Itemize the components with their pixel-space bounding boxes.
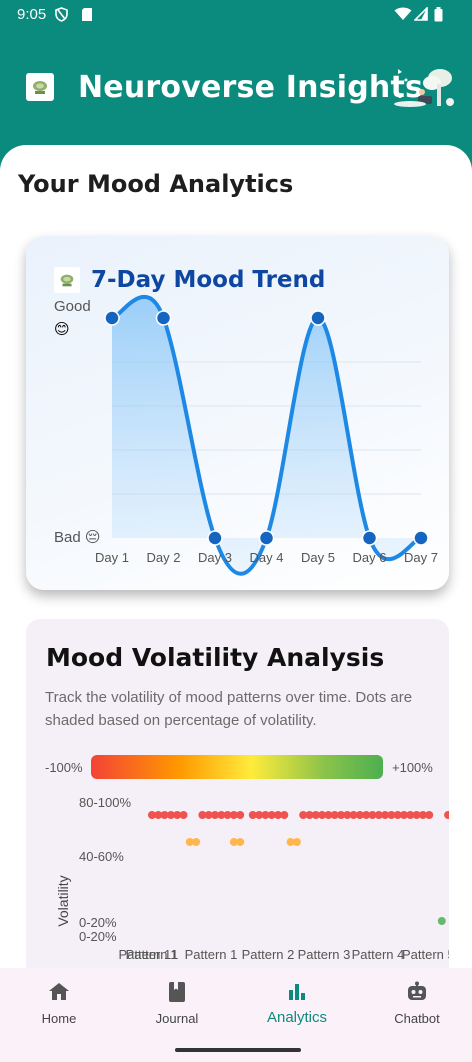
volatility-dot[interactable] xyxy=(192,838,201,846)
book-icon xyxy=(169,982,185,1002)
home-icon xyxy=(49,983,69,1000)
brain-logo-icon xyxy=(33,81,47,94)
x-tick-label: Day 1 xyxy=(95,550,129,565)
nav-home[interactable]: Home xyxy=(0,968,118,1038)
nav-home-label: Home xyxy=(41,1011,77,1026)
app-header: Neuroverse Insights xyxy=(0,30,472,148)
page-title: Your Mood Analytics xyxy=(18,170,294,198)
mood-point-day-3[interactable] xyxy=(207,530,223,546)
volatility-dot[interactable] xyxy=(425,811,434,819)
volatility-dot[interactable] xyxy=(292,838,301,846)
volatility-card: Mood Volatility Analysis Track the volat… xyxy=(26,619,449,1019)
status-time: 9:05 xyxy=(17,6,47,23)
x-tick-label: Pattern 2 xyxy=(242,947,295,962)
x-tick-label: Day 7 xyxy=(404,550,438,565)
y-tick-label: 40-60% xyxy=(79,849,124,864)
nav-journal-label: Journal xyxy=(155,1011,199,1026)
mood-point-day-6[interactable] xyxy=(361,530,378,546)
sim-card-icon xyxy=(81,7,93,26)
bar-chart-icon xyxy=(289,984,305,1000)
app-logo xyxy=(26,73,54,101)
wifi-icon xyxy=(394,7,412,25)
x-tick-label: Pattern 11 xyxy=(118,947,177,962)
x-tick-label: Pattern 4 xyxy=(352,947,405,962)
y-tick-label: 80-100% xyxy=(79,795,131,810)
x-tick-label: Pattern 1 xyxy=(185,947,238,962)
mood-point-day-2[interactable] xyxy=(155,310,172,326)
x-tick-label: Day 2 xyxy=(147,550,181,565)
x-tick-label: Pattern 50 xyxy=(402,947,449,962)
x-tick-label: Day 4 xyxy=(250,550,284,565)
volatility-dot[interactable] xyxy=(280,811,289,819)
status-bar: 9:05 xyxy=(0,0,472,30)
bottom-navigation: Home Journal Analytics Chatbot xyxy=(0,968,472,1062)
x-tick-label: Day 6 xyxy=(353,550,387,565)
app-title: Neuroverse Insights xyxy=(78,70,424,105)
y-tick-label: 0-20% xyxy=(79,915,117,930)
volatility-dot[interactable] xyxy=(236,838,245,846)
x-tick-label: Day 5 xyxy=(301,550,335,565)
nav-journal[interactable]: Journal xyxy=(118,968,236,1038)
volatility-dot[interactable] xyxy=(437,917,446,925)
nav-analytics[interactable]: Analytics xyxy=(238,968,356,1038)
mood-point-day-4[interactable] xyxy=(258,530,275,546)
robot-icon xyxy=(408,981,426,1000)
content-sheet: Your Mood Analytics 7-Day Mood Trend Goo… xyxy=(0,145,472,1062)
mood-point-day-5[interactable] xyxy=(310,310,326,326)
y-tick-label: 0-20% xyxy=(79,929,117,944)
nav-analytics-label: Analytics xyxy=(266,1009,328,1026)
nav-chatbot-label: Chatbot xyxy=(394,1011,440,1026)
volatility-dot[interactable] xyxy=(236,811,245,819)
volatility-chart: Volatility 80-100% 40-60% 0-20%0-20% Patte… xyxy=(55,795,449,962)
home-indicator[interactable] xyxy=(175,1048,301,1052)
volatility-y-axis-title: Volatility xyxy=(55,875,71,926)
volatility-dot[interactable] xyxy=(179,811,188,819)
mood-point-day-1[interactable] xyxy=(104,310,120,326)
mood-point-day-7[interactable] xyxy=(413,530,429,546)
battery-icon xyxy=(434,7,443,26)
x-tick-label: Pattern 3 xyxy=(298,947,351,962)
nav-chatbot[interactable]: Chatbot xyxy=(358,968,472,1038)
volatility-dot[interactable] xyxy=(444,811,449,819)
mood-trend-chart: Day 1 Day 2 Day 3 Day 4 Day 5 Day 6 Day 7 xyxy=(95,294,438,576)
header-illustration-icon xyxy=(394,69,454,107)
mood-trend-card: 7-Day Mood Trend Good 😊 Bad 😔 Day 1 Day 2… xyxy=(26,236,449,590)
shield-icon xyxy=(55,7,68,26)
x-tick-label: Day 3 xyxy=(198,550,232,565)
signal-icon xyxy=(413,6,428,25)
